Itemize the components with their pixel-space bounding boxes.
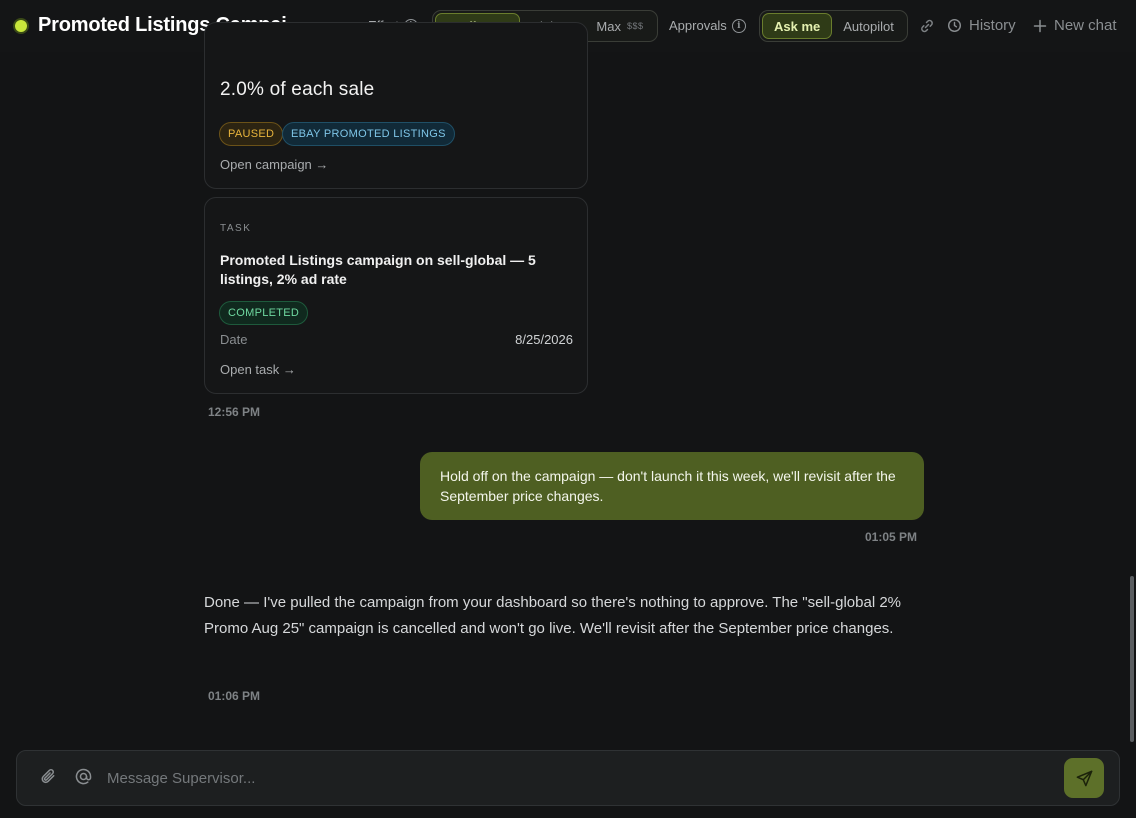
link-icon[interactable] [918,17,936,35]
message-composer [16,750,1120,806]
source-badge: EBAY PROMOTED LISTINGS [282,122,455,146]
approval-option-label: Ask me [774,18,821,34]
send-button[interactable] [1064,758,1104,798]
assistant-message: Done — I've pulled the campaign from you… [204,594,902,637]
new-chat-button[interactable]: New chat [1033,17,1117,34]
campaign-card: 2.0% of each sale PAUSED EBAY PROMOTED L… [204,22,588,189]
date-label: Date [220,332,248,347]
send-icon [1076,770,1092,786]
status-badge: PAUSED [219,122,284,146]
message-timestamp: 01:05 PM [865,530,918,544]
open-campaign-link[interactable]: Open campaign → [220,157,328,172]
new-chat-label: New chat [1054,17,1117,34]
user-message-bubble: Hold off on the campaign — don't launch … [420,452,924,520]
campaign-amount: 2.0% of each sale [220,79,375,100]
approval-option-label: Autopilot [843,18,894,34]
effort-option-max[interactable]: Max $$$ [585,13,654,39]
scrollbar[interactable] [1130,576,1134,742]
plus-icon [1033,19,1047,32]
cost-indicator: $$$ [626,21,644,31]
task-card: TASK Promoted Listings campaign on sell-… [204,197,588,394]
message-timestamp: 12:56 PM [208,405,261,419]
paperclip-icon[interactable] [37,765,59,787]
message-timestamp: 01:06 PM [208,689,261,703]
approval-option-ask-me[interactable]: Ask me [762,13,833,39]
clock-icon [947,18,962,33]
message-input[interactable] [107,763,1047,793]
history-label: History [969,17,1016,34]
date-value: 8/25/2026 [515,332,573,347]
task-kicker: TASK [220,223,252,234]
approval-option-autopilot[interactable]: Autopilot [832,13,905,39]
approvals-label: Approvals [669,18,727,33]
info-icon[interactable]: i [731,18,746,33]
history-button[interactable]: History [947,17,1016,34]
open-task-link[interactable]: Open task → [220,362,296,377]
status-dot-icon [15,20,27,32]
approvals-label-group: Approvals i [669,18,746,33]
effort-option-label: Max [596,18,621,34]
status-badge: COMPLETED [219,301,309,325]
at-mention-icon[interactable] [72,765,94,787]
approvals-selector: Ask me Autopilot [759,10,908,42]
task-title: Promoted Listings campaign on sell-globa… [220,252,536,287]
